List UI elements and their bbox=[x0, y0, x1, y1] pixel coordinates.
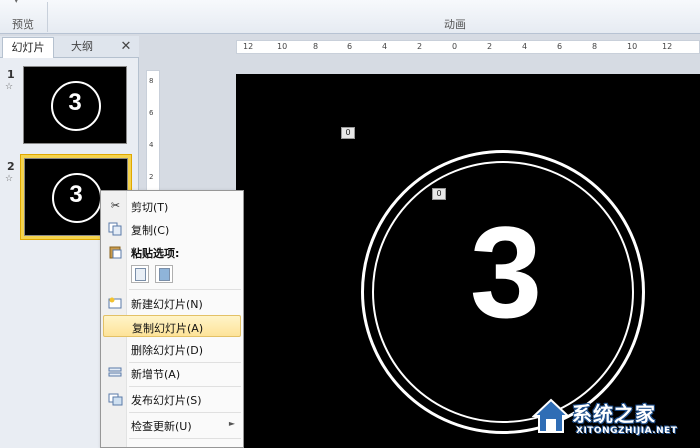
menu-item-publish-slides[interactable]: 发布幻灯片(S) bbox=[103, 388, 241, 410]
paste-doc-icon bbox=[135, 268, 146, 281]
ruler-tick-label: 10 bbox=[277, 42, 288, 51]
submenu-arrow-icon: ► bbox=[228, 419, 235, 428]
menu-item-copy[interactable]: 复制(C) bbox=[103, 218, 241, 240]
ruler-tick-label: 8 bbox=[313, 42, 319, 51]
menu-item-new-slide[interactable]: 新建幻灯片(N) bbox=[103, 292, 241, 314]
scissors-icon: ✂ bbox=[110, 199, 121, 212]
context-menu: ✂ 剪切(T) 复制(C) 粘贴选项: 新建幻灯片(N) 复制幻灯片(A) 删除… bbox=[100, 190, 244, 448]
menu-separator bbox=[129, 438, 241, 439]
menu-item-label: 复制幻灯片(A) bbox=[132, 322, 204, 335]
ruler-tick-label: 8 bbox=[149, 77, 154, 85]
watermark-url: XITONGZHIJIA.NET bbox=[576, 426, 678, 436]
menu-item-delete-slide[interactable]: 删除幻灯片(D) bbox=[103, 338, 241, 360]
watermark-logo: 系统之家 XITONGZHIJIA.NET bbox=[532, 394, 698, 444]
house-logo-icon bbox=[532, 398, 570, 433]
publish-slides-icon bbox=[108, 392, 123, 406]
menu-item-add-section[interactable]: 新增节(A) bbox=[103, 362, 241, 384]
animation-order-tag[interactable]: 0 bbox=[432, 188, 446, 200]
panel-tabs: 幻灯片 大纲 ✕ bbox=[0, 36, 139, 58]
ruler-tick-label: 10 bbox=[627, 42, 638, 51]
ruler-tick-label: 6 bbox=[347, 42, 353, 51]
menu-item-label: 发布幻灯片(S) bbox=[131, 394, 202, 407]
tab-slides[interactable]: 幻灯片 bbox=[2, 37, 54, 58]
watermark-text: 系统之家 bbox=[572, 402, 656, 426]
paste-icon bbox=[108, 245, 123, 259]
countdown-digit[interactable]: 3 bbox=[436, 197, 576, 347]
ruler-tick-label: 4 bbox=[382, 42, 388, 51]
ribbon-divider bbox=[47, 2, 48, 32]
ruler-tick-label: 0 bbox=[452, 42, 458, 51]
ruler-tick-label: 4 bbox=[522, 42, 528, 51]
menu-item-label: 新增节(A) bbox=[131, 368, 181, 381]
ruler-tick-label: 6 bbox=[557, 42, 563, 51]
slide-thumbnail-1[interactable]: 3 bbox=[20, 63, 132, 149]
menu-item-label: 剪切(T) bbox=[131, 201, 169, 214]
ruler-tick-label: 12 bbox=[243, 42, 254, 51]
ribbon: ▾ 预览 动画 bbox=[0, 0, 700, 34]
new-section-icon bbox=[108, 366, 123, 380]
menu-separator bbox=[129, 289, 241, 290]
menu-item-paste-options: 粘贴选项: bbox=[103, 241, 241, 263]
animation-star-icon: ☆ bbox=[5, 82, 14, 92]
copy-icon bbox=[108, 222, 123, 236]
animation-star-icon: ☆ bbox=[5, 174, 14, 184]
ruler-tick-label: 2 bbox=[417, 42, 423, 51]
ribbon-caret-icon[interactable]: ▾ bbox=[14, 0, 24, 6]
menu-item-cut[interactable]: ✂ 剪切(T) bbox=[103, 195, 241, 217]
slide-number: 1 bbox=[7, 68, 15, 81]
animation-order-tag[interactable]: 0 bbox=[341, 127, 355, 139]
menu-item-label: 新建幻灯片(N) bbox=[131, 298, 203, 311]
menu-item-label: 删除幻灯片(D) bbox=[131, 344, 204, 357]
ruler-tick-label: 6 bbox=[149, 109, 154, 117]
ruler-tick-label: 2 bbox=[149, 173, 154, 181]
ruler-tick-label: 4 bbox=[149, 141, 154, 149]
vertical-ruler: 8 6 4 2 bbox=[146, 70, 160, 200]
slide-canvas[interactable]: 3 0 0 bbox=[236, 74, 700, 448]
tab-outline[interactable]: 大纲 bbox=[56, 37, 108, 58]
animation-group-label: 动画 bbox=[444, 18, 466, 31]
paste-picture-icon bbox=[159, 268, 170, 281]
menu-separator bbox=[129, 386, 241, 387]
thumbnail-digit: 3 bbox=[68, 89, 82, 116]
ruler-tick-label: 2 bbox=[487, 42, 493, 51]
paste-as-picture-button[interactable] bbox=[155, 265, 173, 283]
menu-item-label: 复制(C) bbox=[131, 224, 170, 237]
slide-thumbnail-image: 3 bbox=[23, 66, 127, 144]
menu-item-check-updates[interactable]: 检查更新(U) ► bbox=[103, 414, 241, 436]
menu-item-label: 检查更新(U) bbox=[131, 420, 192, 433]
horizontal-ruler: 12 10 8 6 4 2 0 2 4 6 8 10 12 bbox=[236, 40, 700, 54]
slide-number: 2 bbox=[7, 160, 15, 173]
menu-separator bbox=[129, 412, 241, 413]
close-icon[interactable]: ✕ bbox=[118, 37, 134, 57]
preview-group-label: 预览 bbox=[12, 18, 34, 31]
ruler-tick-label: 8 bbox=[592, 42, 598, 51]
menu-item-label: 粘贴选项: bbox=[131, 247, 180, 260]
new-slide-icon bbox=[108, 296, 123, 310]
menu-item-duplicate-slide[interactable]: 复制幻灯片(A) bbox=[103, 315, 241, 337]
ruler-tick-label: 12 bbox=[662, 42, 673, 51]
paste-keep-text-button[interactable] bbox=[131, 265, 149, 283]
